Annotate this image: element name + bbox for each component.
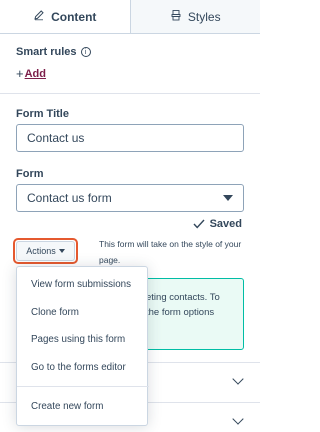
tab-styles[interactable]: Styles (129, 0, 260, 33)
tab-content[interactable]: Content (0, 0, 130, 33)
add-smart-rule-link[interactable]: + Add (16, 66, 46, 81)
form-select-value: Contact us form (27, 191, 112, 205)
smart-rules-title: Smart rules (16, 46, 77, 58)
tab-content-label: Content (51, 9, 97, 24)
divider (0, 93, 260, 94)
pencil-icon (33, 9, 45, 24)
paint-bucket-icon (170, 9, 182, 24)
checkmark-icon (193, 219, 205, 229)
info-alert-text: eting contacts. To the form options (146, 290, 246, 320)
menu-item-create-new-form[interactable]: Create new form (17, 401, 149, 412)
form-label: Form (16, 168, 44, 180)
add-smart-rule-label: Add (24, 67, 46, 80)
actions-dropdown-menu: View form submissions Clone form Pages u… (16, 266, 149, 426)
menu-separator (17, 386, 149, 387)
menu-item-go-to-forms-editor[interactable]: Go to the forms editor (17, 362, 149, 373)
info-alert-line: eting contacts. To (146, 292, 220, 303)
tab-styles-label: Styles (187, 9, 221, 24)
style-note: This form will take on the style of your… (99, 239, 242, 265)
menu-item-pages-using-this-form[interactable]: Pages using this form (17, 334, 149, 345)
form-title-input[interactable]: Contact us (16, 124, 244, 152)
menu-item-clone-form[interactable]: Clone form (17, 307, 149, 318)
menu-item-view-form-submissions[interactable]: View form submissions (17, 279, 149, 290)
actions-button[interactable]: Actions (16, 241, 75, 261)
saved-label: Saved (209, 218, 242, 230)
actions-button-label: Actions (26, 246, 56, 256)
caret-down-icon (58, 249, 65, 253)
chevron-down-icon[interactable] (232, 413, 244, 425)
plus-icon: + (16, 66, 24, 81)
info-alert-line: the form options (146, 307, 215, 318)
saved-status: Saved (193, 218, 242, 230)
info-icon[interactable]: i (80, 47, 91, 57)
caret-down-icon (223, 195, 233, 201)
form-select[interactable]: Contact us form (16, 184, 244, 212)
panel-tabs: Content Styles (0, 0, 260, 34)
form-title-label: Form Title (16, 108, 69, 120)
smart-rules-heading: Smart rules i (16, 46, 91, 58)
chevron-down-icon[interactable] (232, 373, 244, 385)
